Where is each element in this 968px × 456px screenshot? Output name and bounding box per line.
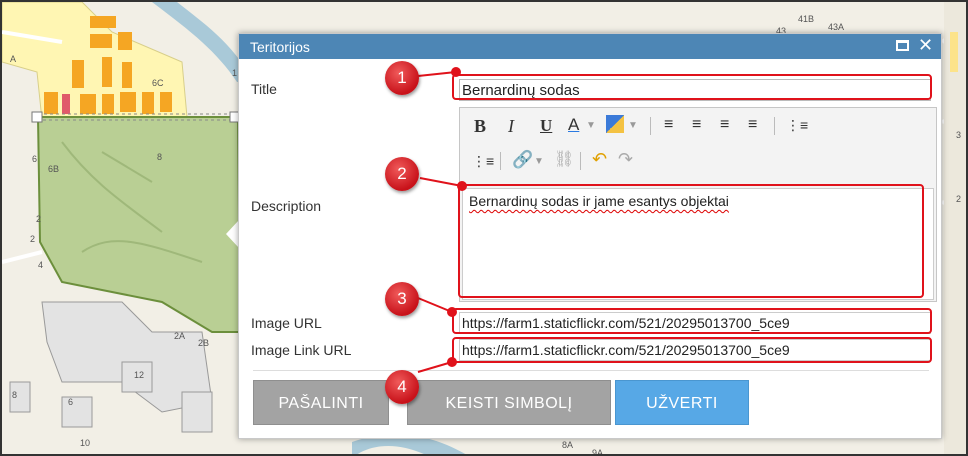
- toolbar-separator: [580, 152, 581, 170]
- align-left-icon[interactable]: ≡: [664, 116, 673, 134]
- toolbar-separator: [500, 152, 501, 170]
- map-label: 12: [134, 370, 145, 380]
- map-label: 1: [232, 68, 238, 78]
- italic-button[interactable]: I: [508, 117, 514, 135]
- close-button[interactable]: UŽVERTI: [615, 380, 749, 425]
- map-label: 9A: [592, 448, 604, 456]
- map-label: A: [10, 54, 17, 64]
- map-label: 8: [157, 152, 163, 162]
- ordered-list-icon[interactable]: ⋮≡: [786, 116, 808, 134]
- map-label: 4: [38, 260, 44, 270]
- chevron-down-icon[interactable]: ▼: [586, 117, 596, 135]
- map-label: 3: [956, 130, 962, 140]
- chevron-down-icon[interactable]: ▼: [534, 153, 544, 171]
- map-label: 2: [36, 214, 42, 224]
- callout-marker-4: 4: [385, 370, 419, 404]
- callout-marker-3: 3: [385, 282, 419, 316]
- delete-button[interactable]: PAŠALINTI: [253, 380, 389, 425]
- align-right-icon[interactable]: ≡: [720, 116, 729, 134]
- map-label: 6: [68, 397, 74, 407]
- selection-handle[interactable]: [31, 111, 43, 123]
- undo-icon[interactable]: ↶: [592, 150, 607, 168]
- editor-toolbar: B I U A ▼ ▼ ≡ ≡ ≡ ≡ ⋮≡ ⋮≡ 🔗 ▼ ⛓ ↶ ↷: [460, 108, 936, 186]
- callout-highlight-description: [458, 184, 924, 298]
- underline-button[interactable]: U: [540, 117, 552, 135]
- toolbar-separator: [650, 117, 651, 135]
- redo-icon[interactable]: ↷: [618, 150, 633, 168]
- popup-titlebar[interactable]: Teritorijos ✕: [239, 34, 941, 59]
- map-label: 2B: [198, 338, 210, 348]
- description-label: Description: [251, 198, 322, 214]
- form-divider: [253, 370, 929, 371]
- callout-marker-1: 1: [385, 61, 419, 95]
- font-color-icon[interactable]: A: [568, 116, 579, 134]
- bold-button[interactable]: B: [474, 117, 486, 135]
- highlighted-building: [62, 94, 70, 114]
- chevron-down-icon[interactable]: ▼: [628, 117, 638, 135]
- map-label: 2: [956, 194, 962, 204]
- callout-marker-2: 2: [385, 157, 419, 191]
- toolbar-separator: [774, 117, 775, 135]
- change-symbol-button[interactable]: KEISTI SIMBOLĮ: [407, 380, 611, 425]
- title-label: Title: [251, 81, 277, 97]
- map-label: 8A: [562, 440, 574, 450]
- unlink-icon[interactable]: ⛓: [554, 151, 574, 169]
- map-label: 2: [30, 234, 36, 244]
- map-label: 41B: [798, 14, 815, 24]
- map-label: 6: [32, 154, 38, 164]
- unordered-list-icon[interactable]: ⋮≡: [472, 152, 494, 170]
- align-center-icon[interactable]: ≡: [692, 116, 701, 134]
- maximize-icon[interactable]: [896, 40, 909, 51]
- map-label: 43A: [828, 22, 845, 32]
- map-label: 6C: [152, 78, 164, 88]
- map-label: 6B: [48, 164, 60, 174]
- gray-buildings: [9, 301, 213, 433]
- justify-icon[interactable]: ≡: [748, 116, 757, 134]
- road-yellow: [950, 32, 958, 72]
- image-url-label: Image URL: [251, 315, 322, 331]
- callout-highlight-title: [452, 74, 932, 100]
- close-icon[interactable]: ✕: [918, 36, 933, 54]
- map-label: 2A: [174, 331, 186, 341]
- link-icon[interactable]: 🔗: [512, 151, 533, 169]
- popup-title: Teritorijos: [250, 39, 310, 55]
- callout-highlight-image-url: [452, 308, 932, 334]
- map-label: 8: [12, 390, 18, 400]
- highlight-color-icon[interactable]: [606, 115, 624, 133]
- callout-highlight-image-link: [452, 337, 932, 363]
- image-link-url-label: Image Link URL: [251, 342, 352, 358]
- map-label: 10: [80, 438, 91, 448]
